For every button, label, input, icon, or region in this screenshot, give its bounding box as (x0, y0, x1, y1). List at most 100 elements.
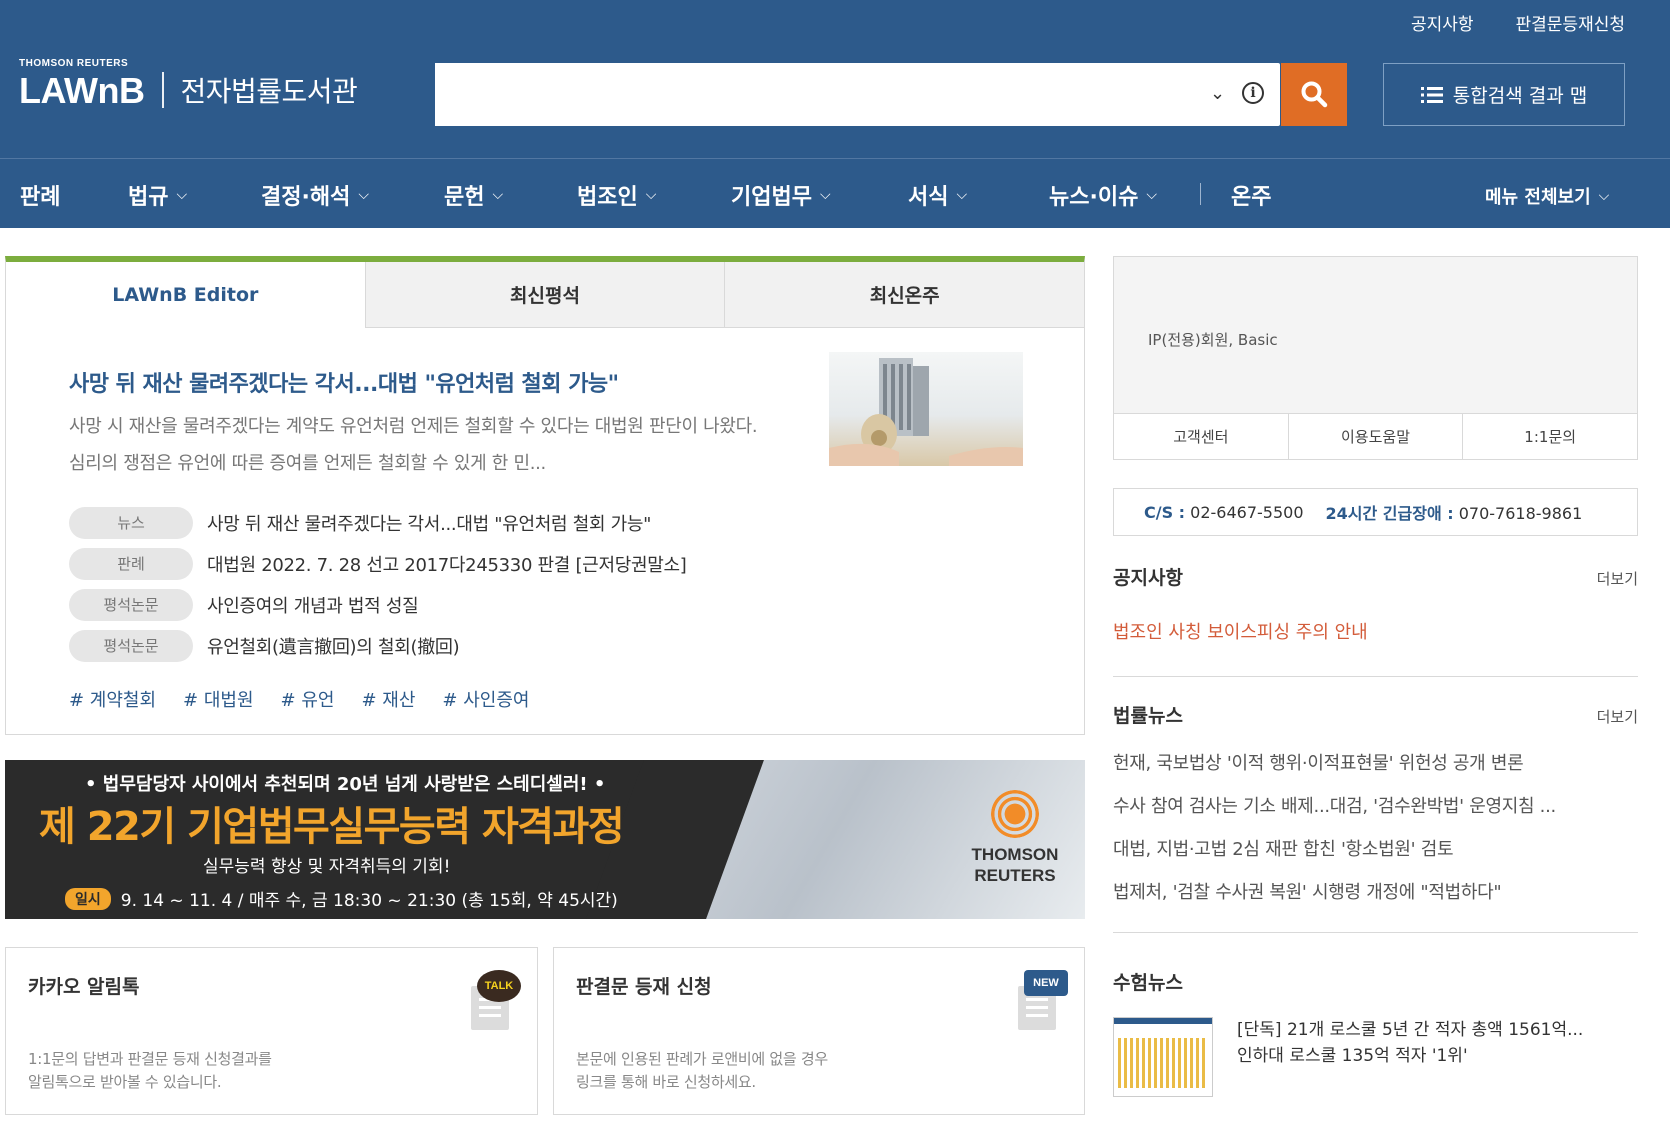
exam-news-line: [단독] 21개 로스쿨 5년 간 적자 총액 1561억... (1237, 1020, 1584, 1040)
related-link[interactable]: 사인증여의 개념과 법적 성질 (207, 592, 419, 618)
card-description-line: 1:1문의 답변과 판결문 등재 신청결과를 (28, 1050, 272, 1068)
nav-label: 뉴스·이슈 (1049, 185, 1139, 210)
hashtag-link[interactable]: # 대법원 (183, 686, 253, 712)
emergency-label: 24시간 긴급장애 : (1325, 504, 1454, 523)
search-dropdown-chevron-icon[interactable]: ⌄ (1210, 83, 1225, 104)
customer-center-link[interactable]: 고객센터 (1114, 414, 1288, 459)
logo-line: REUTERS (974, 866, 1056, 885)
nav-all-menu[interactable]: 메뉴 전체보기 ⌵ (1485, 183, 1609, 209)
notice-item[interactable]: 법조인 사칭 보이스피싱 주의 안내 (1113, 618, 1638, 644)
related-item[interactable]: 판례 대법원 2022. 7. 28 선고 2017다245330 판결 [근저… (69, 543, 687, 584)
nav-item-literature[interactable]: 문헌 ⌵ (444, 179, 503, 211)
chevron-down-icon: ⌵ (1146, 187, 1157, 203)
nav-label: 문헌 (444, 185, 485, 210)
chevron-down-icon: ⌵ (1598, 188, 1610, 204)
banner-tagline: • 법무담당자 사이에서 추천되며 20년 넘게 사랑받은 스테디셀러! • (85, 774, 606, 795)
utility-link-notice[interactable]: 공지사항 (1411, 10, 1474, 35)
hashtag-link[interactable]: # 유언 (281, 686, 335, 712)
section-divider (1113, 932, 1638, 933)
section-title: 수험뉴스 (1113, 972, 1183, 994)
article-summary[interactable]: 사망 시 재산을 물려주겠다는 계약도 유언처럼 언제든 철회할 수 있다는 대… (69, 408, 769, 482)
nav-label: 서식 (908, 185, 949, 210)
hashtag-link[interactable]: # 사인증여 (442, 686, 529, 712)
list-item[interactable]: 대법, 지법·고법 2심 재판 합친 '항소법원' 검토 (1113, 828, 1638, 871)
logo-line: THOMSON (971, 845, 1059, 864)
list-item[interactable]: 법제처, '검찰 수사권 복원' 시행령 개정에 "적법하다" (1113, 871, 1638, 914)
brand-lawnb: LAWnB (19, 70, 145, 111)
list-item[interactable]: 수사 참여 검사는 기소 배제...대검, '검수완박법' 운영지침 ... (1113, 785, 1638, 828)
banner-schedule: 일시 9. 14 ~ 11. 4 / 매주 수, 금 18:30 ~ 21:30… (65, 886, 618, 911)
related-item[interactable]: 뉴스 사망 뒤 재산 물려주겠다는 각서...대법 "유언처럼 철회 가능" (69, 502, 686, 543)
nav-item-decision[interactable]: 결정·해석 ⌵ (261, 179, 369, 211)
exam-news-text[interactable]: [단독] 21개 로스쿨 5년 간 적자 총액 1561억... 인하대 로스쿨… (1237, 1017, 1637, 1097)
main-navigation: 판례 법규 ⌵ 결정·해석 ⌵ 문헌 ⌵ 법조인 ⌵ 기업법무 ⌵ 서식 ⌵ 뉴스·이슈 ⌵ … (0, 158, 1670, 228)
search-result-map-label: 통합검색 결과 맵 (1452, 85, 1588, 107)
related-item[interactable]: 평석논문 사인증여의 개념과 법적 성질 (69, 584, 686, 625)
header: 공지사항 판결문등재신청 THOMSON REUTERS LAWnB 전자법률도… (0, 0, 1670, 228)
law-news-more-link[interactable]: 더보기 (1597, 706, 1638, 727)
nav-item-statute[interactable]: 법규 ⌵ (128, 179, 187, 211)
user-guide-link[interactable]: 이용도움말 (1287, 414, 1463, 459)
related-link[interactable]: 사망 뒤 재산 물려주겠다는 각서...대법 "유언처럼 철회 가능" (207, 510, 651, 536)
promo-banner[interactable]: • 법무담당자 사이에서 추천되며 20년 넘게 사랑받은 스테디셀러! • 제… (5, 760, 1085, 919)
related-list: 뉴스 사망 뒤 재산 물려주겠다는 각서...대법 "유언처럼 철회 가능" 판… (69, 502, 687, 666)
notice-more-link[interactable]: 더보기 (1597, 568, 1638, 589)
related-tag: 뉴스 (69, 506, 193, 539)
exam-news-thumbnail[interactable] (1113, 1017, 1213, 1097)
nav-item-precedent[interactable]: 판례 (20, 179, 60, 211)
hashtag-link[interactable]: # 계약철회 (69, 686, 156, 712)
brand-subtitle: 전자법률도서관 (180, 75, 358, 108)
nav-item-news[interactable]: 뉴스·이슈 ⌵ (1049, 179, 1157, 211)
card-description: 1:1문의 답변과 판결문 등재 신청결과를 알림톡으로 받아볼 수 있습니다. (28, 1048, 272, 1094)
banner-date-badge: 일시 (65, 887, 111, 910)
nav-item-onju[interactable]: 온주 (1231, 179, 1271, 211)
search-input[interactable] (435, 63, 1175, 126)
exam-news-line: 인하대 로스쿨 135억 적자 '1위' (1237, 1046, 1468, 1066)
info-icon[interactable]: i (1242, 82, 1264, 104)
nav-divider (1200, 183, 1201, 205)
related-item[interactable]: 평석논문 유언철회(遺言撤回)의 철회(撤回) (69, 625, 686, 666)
tab-latest-review[interactable]: 최신평석 (364, 262, 725, 328)
kakao-alimtalk-card[interactable]: 카카오 알림톡 TALK 1:1문의 답변과 판결문 등재 신청결과를 알림톡으… (5, 947, 538, 1115)
related-link[interactable]: 대법원 2022. 7. 28 선고 2017다245330 판결 [근저당권말… (207, 551, 687, 577)
tab-latest-onju[interactable]: 최신온주 (724, 262, 1085, 328)
nav-label: 메뉴 전체보기 (1485, 187, 1591, 208)
list-icon (1420, 86, 1443, 103)
exam-news-section: 수험뉴스 [단독] 21개 로스쿨 5년 간 적자 총액 1561억... 인하… (1113, 968, 1638, 1097)
article-thumbnail[interactable] (829, 352, 1023, 466)
editor-card: LAWnB Editor 최신평석 최신온주 사망 뒤 재산 물려주겠다는 각서… (5, 256, 1085, 735)
related-link[interactable]: 유언철회(遺言撤回)의 철회(撤回) (207, 633, 460, 659)
thomson-reuters-logo-text: THOMSON REUTERS (955, 844, 1075, 886)
section-header: 수험뉴스 (1113, 968, 1638, 995)
article-title[interactable]: 사망 뒤 재산 물려주겠다는 각서...대법 "유언처럼 철회 가능" (69, 366, 619, 398)
related-tag: 판례 (69, 547, 193, 580)
card-description-line: 본문에 인용된 판례가 로앤비에 없을 경우 (576, 1050, 828, 1068)
member-box: IP(전용)회원, Basic 고객센터 이용도움말 1:1문의 (1113, 256, 1638, 460)
brand-logo[interactable]: THOMSON REUTERS LAWnB 전자법률도서관 (19, 58, 358, 112)
section-header: 법률뉴스 더보기 (1113, 701, 1638, 728)
law-news-list: 헌재, 국보법상 '이적 행위·이적표현물' 위헌성 공개 변론 수사 참여 검… (1113, 742, 1638, 914)
nav-label: 결정·해석 (261, 185, 351, 210)
nav-label: 법조인 (577, 185, 638, 210)
card-description: 본문에 인용된 판례가 로앤비에 없을 경우 링크를 통해 바로 신청하세요. (576, 1048, 828, 1094)
cs-phone: C/S : 02-6467-5500 (1144, 503, 1304, 522)
search-button[interactable] (1281, 63, 1347, 126)
card-title: 판결문 등재 신청 (576, 976, 712, 998)
member-status: IP(전용)회원, Basic (1148, 331, 1278, 349)
new-badge: NEW (1024, 970, 1068, 996)
hashtag-link[interactable]: # 재산 (361, 686, 415, 712)
law-news-section: 법률뉴스 더보기 헌재, 국보법상 '이적 행위·이적표현물' 위헌성 공개 변… (1113, 701, 1638, 933)
list-item[interactable]: 헌재, 국보법상 '이적 행위·이적표현물' 위헌성 공개 변론 (1113, 742, 1638, 785)
tab-lawnb-editor[interactable]: LAWnB Editor (6, 262, 365, 328)
related-tag: 평석논문 (69, 629, 193, 662)
judgment-request-card[interactable]: 판결문 등재 신청 NEW 본문에 인용된 판례가 로앤비에 없을 경우 링크를… (553, 947, 1085, 1115)
utility-link-judgment-request[interactable]: 판결문등재신청 (1516, 10, 1625, 35)
card-description-line: 링크를 통해 바로 신청하세요. (576, 1073, 756, 1091)
exam-news-item[interactable]: [단독] 21개 로스쿨 5년 간 적자 총액 1561억... 인하대 로스쿨… (1113, 1017, 1638, 1097)
chevron-down-icon: ⌵ (645, 187, 657, 203)
one-to-one-inquiry-link[interactable]: 1:1문의 (1462, 414, 1637, 459)
nav-item-lawyer[interactable]: 법조인 ⌵ (577, 179, 656, 211)
search-result-map-button[interactable]: 통합검색 결과 맵 (1383, 63, 1625, 126)
nav-item-corporate[interactable]: 기업법무 ⌵ (731, 179, 831, 211)
nav-item-forms[interactable]: 서식 ⌵ (908, 179, 967, 211)
